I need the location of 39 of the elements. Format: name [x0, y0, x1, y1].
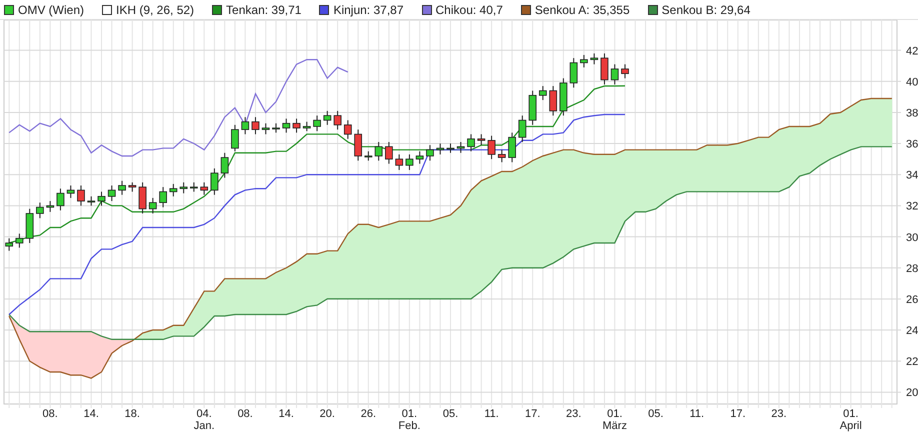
- axis-label: 01. März: [602, 408, 627, 432]
- axis-label: 01. Feb.: [398, 408, 420, 432]
- axis-label: 11.: [484, 408, 499, 420]
- legend-label: OMV (Wien): [18, 2, 84, 16]
- axis-label: 24: [906, 325, 918, 338]
- legend-swatch-icon: [102, 4, 112, 14]
- axis-label: 04. Jan.: [194, 408, 215, 432]
- legend-label: Tenkan: 39,71: [226, 2, 302, 16]
- axis-label: 08.: [42, 408, 58, 420]
- axis-label: 20: [906, 387, 918, 400]
- legend-label: Kinjun: 37,87: [333, 2, 404, 16]
- axis-label: 42: [906, 45, 918, 58]
- axis-label: 20.: [320, 408, 335, 420]
- axis-label: 23.: [771, 408, 787, 420]
- legend-label: Chikou: 40,7: [436, 2, 503, 16]
- axis-label: 23.: [566, 408, 582, 420]
- axis-label: 22: [906, 356, 918, 368]
- axis-label: 28: [906, 262, 918, 275]
- axis-label: 05.: [648, 408, 664, 420]
- axis-label: 36: [906, 138, 918, 151]
- axis-label: 11.: [690, 408, 704, 420]
- axis-label: 40: [906, 76, 918, 88]
- axis-label: 18.: [124, 408, 140, 420]
- axis-label: 14.: [278, 408, 294, 420]
- axis-label: 17.: [730, 408, 746, 420]
- axis-label: 05.: [442, 408, 458, 420]
- axis-label: 32: [906, 200, 918, 213]
- legend-label: IKH (9, 26, 52): [116, 2, 194, 16]
- legend-label: Senkou A: 35,355: [534, 2, 630, 16]
- axis-label: 38: [906, 107, 918, 120]
- axis-label: 14.: [84, 408, 99, 420]
- axis-label: 17.: [524, 408, 540, 420]
- axis-label: 26: [906, 294, 918, 306]
- axis-label: 26.: [360, 408, 376, 420]
- axis-label: 34: [906, 170, 918, 182]
- axis-label: 30: [906, 232, 918, 244]
- axis-label: 01. April: [840, 408, 862, 432]
- axis-label: 08.: [238, 408, 253, 420]
- legend-label: Senkou B: 29,64: [662, 2, 750, 16]
